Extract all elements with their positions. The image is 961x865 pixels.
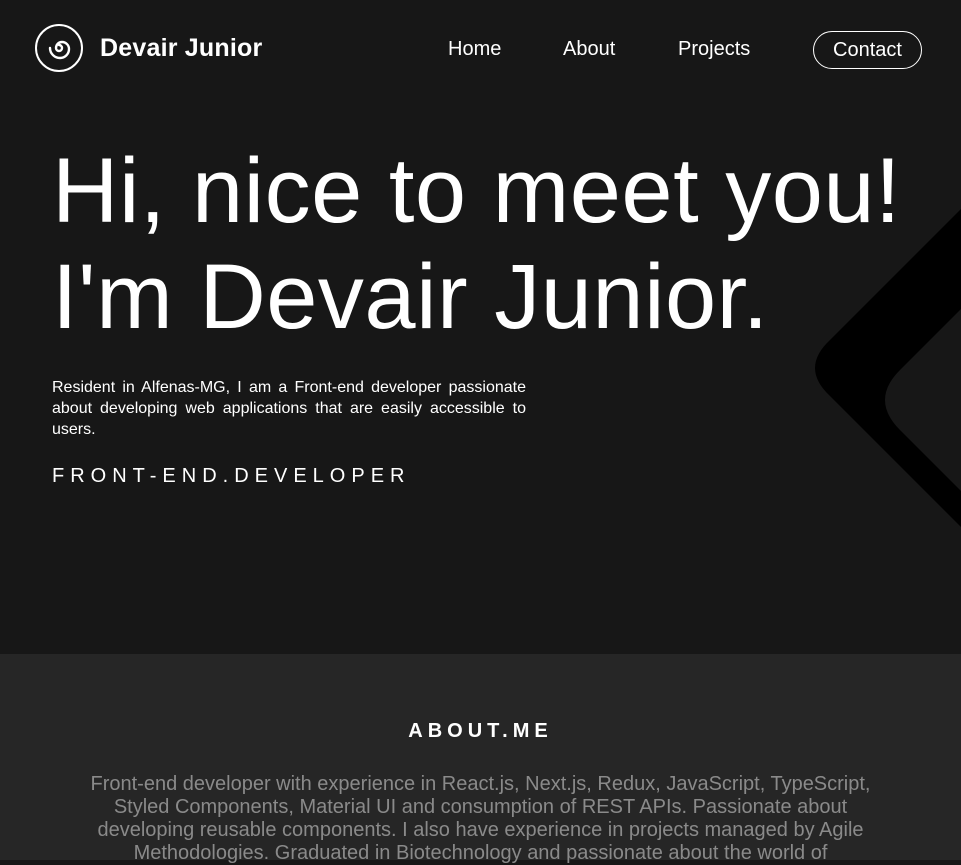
contact-button[interactable]: Contact [813, 31, 922, 69]
spiral-logo-icon[interactable] [35, 24, 83, 72]
nav-projects-link[interactable]: Projects [678, 38, 750, 61]
nav-home-link[interactable]: Home [448, 38, 501, 61]
hero-section: Devair Junior Home About Projects Contac… [0, 0, 961, 654]
site-header: Devair Junior Home About Projects Contac… [0, 0, 961, 100]
about-title: ABOUT.ME [408, 720, 553, 742]
about-text: Front-end developer with experience in R… [90, 773, 871, 864]
intro-text: Resident in Alfenas-MG, I am a Front-end… [52, 379, 526, 438]
role-tagline: FRONT-END.DEVELOPER [52, 465, 411, 487]
headline-line-2: I'm Devair Junior. [52, 246, 769, 348]
headline-line-1: Hi, nice to meet you! [52, 140, 902, 242]
brand-name[interactable]: Devair Junior [100, 34, 262, 63]
hero-headline: Hi, nice to meet you! I'm Devair Junior. [52, 138, 901, 350]
nav-about-link[interactable]: About [563, 38, 615, 61]
